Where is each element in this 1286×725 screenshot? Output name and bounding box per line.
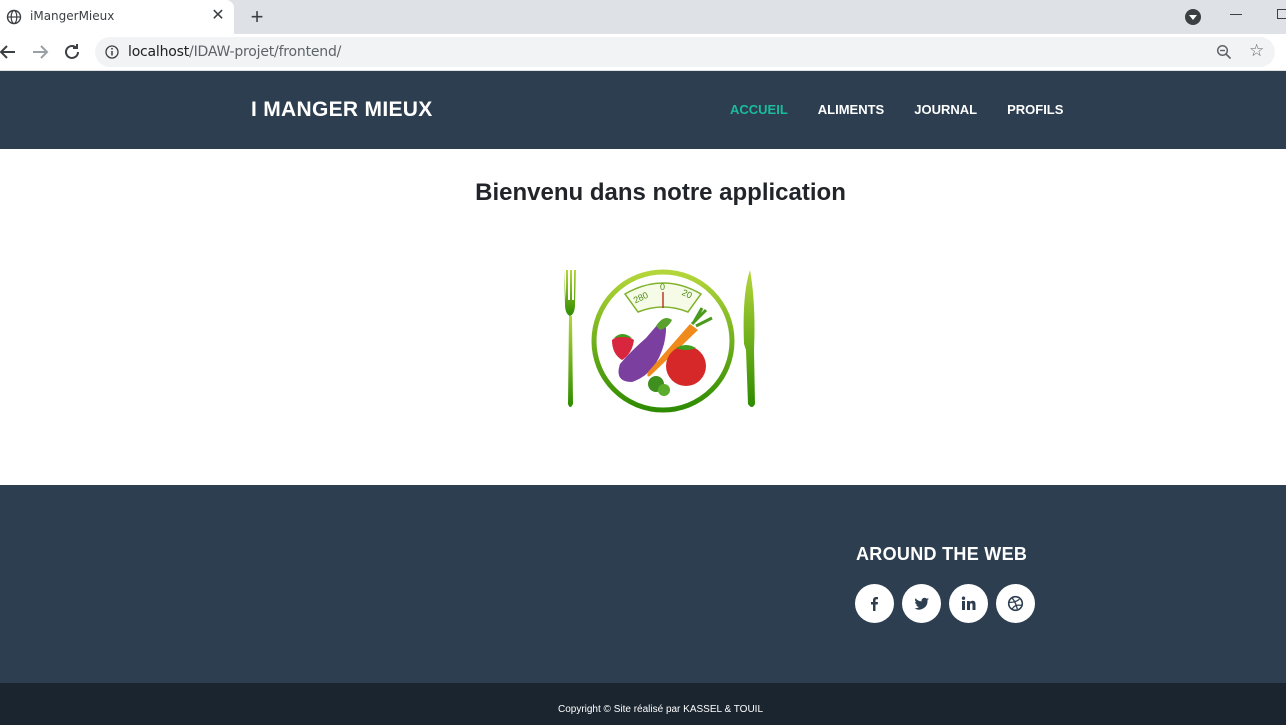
browser-toolbar: localhost/IDAW-projet/frontend/ ☆ [0,34,1286,71]
reload-icon[interactable] [60,40,84,64]
linkedin-icon [961,596,976,610]
browser-tabstrip: iMangerMieux ✕ + [0,0,1286,34]
zoom-icon[interactable] [1216,44,1232,60]
site-brand[interactable]: I MANGER MIEUX [251,98,433,122]
linkedin-button[interactable] [949,584,988,623]
bookmark-star-icon[interactable]: ☆ [1249,42,1267,60]
facebook-button[interactable] [855,584,894,623]
url-text[interactable]: localhost/IDAW-projet/frontend/ [128,44,341,60]
nav-link-aliments[interactable]: ALIMENTS [818,102,884,117]
knife-icon [743,270,755,407]
nav-link-journal[interactable]: JOURNAL [914,102,977,117]
social-links [855,584,1043,623]
site-footer: AROUND THE WEB [0,485,1286,683]
minimize-icon[interactable] [1230,14,1242,15]
info-icon[interactable] [105,45,119,59]
address-bar[interactable]: localhost/IDAW-projet/frontend/ ☆ [95,37,1275,67]
facebook-icon [871,597,878,611]
back-icon[interactable] [0,40,20,64]
globe-icon [6,9,22,25]
fork-icon [564,270,576,407]
maximize-icon[interactable] [1277,9,1286,19]
nav-link-profils[interactable]: PROFILS [1007,102,1063,117]
main-menu: ACCUEIL ALIMENTS JOURNAL PROFILS [730,102,1093,117]
main-content: Bienvenu dans notre application 280 0 20 [0,149,1286,485]
around-the-web-heading: AROUND THE WEB [856,544,1028,564]
url-host: localhost [128,44,190,60]
tab-title: iMangerMieux [30,9,115,23]
forward-icon[interactable] [28,40,52,64]
copyright-bar: Copyright © Site réalisé par KASSEL & TO… [0,683,1286,725]
copyright-text: Copyright © Site réalisé par KASSEL & TO… [557,704,764,715]
site-navbar: I MANGER MIEUX ACCUEIL ALIMENTS JOURNAL … [0,71,1286,149]
twitter-icon [914,597,929,610]
browser-tab[interactable]: iMangerMieux ✕ [0,0,234,34]
app-logo-image: 280 0 20 [564,269,755,413]
nav-link-accueil[interactable]: ACCUEIL [730,102,788,117]
page-headline: Bienvenu dans notre application [475,179,846,206]
close-tab-icon[interactable]: ✕ [209,6,227,26]
scale-label-0: 0 [660,282,665,292]
tab-search-icon[interactable] [1185,9,1201,25]
new-tab-button[interactable]: + [246,4,268,30]
dribbble-icon [1007,595,1024,612]
url-path: /IDAW-projet/frontend/ [189,44,342,60]
twitter-button[interactable] [902,584,941,623]
dribbble-button[interactable] [996,584,1035,623]
